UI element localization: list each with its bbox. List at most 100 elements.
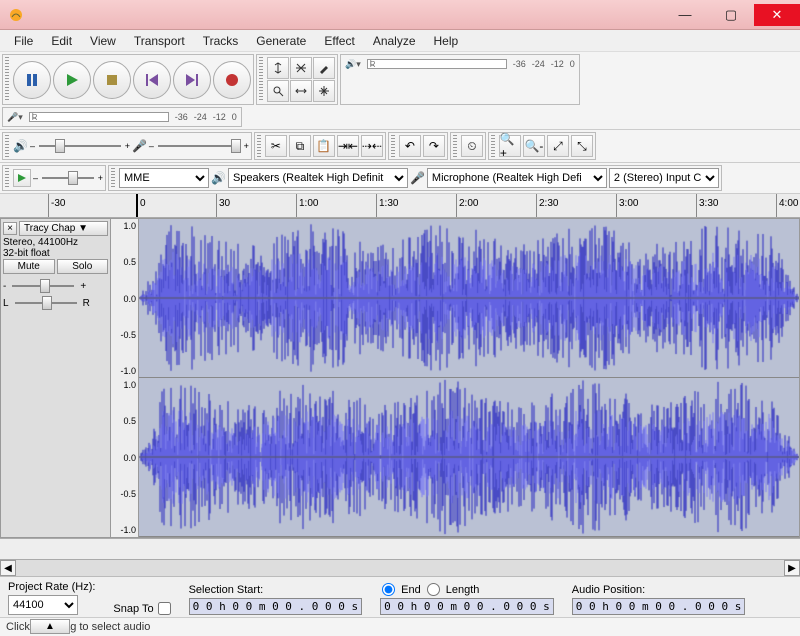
playback-meter[interactable]: LR: [367, 59, 507, 69]
audio-host-select[interactable]: MME: [119, 168, 209, 188]
playback-volume-slider[interactable]: –+: [30, 138, 130, 154]
vertical-scale: 1.0 0.5 0.0 -0.5 -1.0: [111, 378, 139, 537]
multi-tool[interactable]: [313, 80, 335, 102]
gain-min-label: -: [3, 281, 6, 292]
sync-toolbar: ⏲: [450, 132, 486, 160]
meter-tick: -12: [213, 112, 226, 122]
transcription-toolbar: –+: [2, 165, 106, 191]
timeshift-tool[interactable]: [290, 80, 312, 102]
close-button[interactable]: ✕: [754, 4, 800, 26]
audio-position-label: Audio Position:: [572, 584, 746, 596]
skip-end-button[interactable]: [173, 61, 211, 99]
snap-to-checkbox[interactable]: [158, 602, 171, 615]
status-bar: Click and drag to select audio: [0, 617, 800, 636]
menu-transport[interactable]: Transport: [126, 32, 193, 50]
track-gain-slider[interactable]: [8, 278, 78, 294]
stop-button[interactable]: [93, 61, 131, 99]
cut-button[interactable]: ✂: [265, 135, 287, 157]
track-collapse-button[interactable]: ▲: [30, 619, 70, 634]
pause-button[interactable]: [13, 61, 51, 99]
menu-help[interactable]: Help: [426, 32, 467, 50]
input-channels-select[interactable]: 2 (Stereo) Input C: [609, 168, 719, 188]
record-meter[interactable]: LR: [29, 112, 169, 122]
menu-tracks[interactable]: Tracks: [195, 32, 247, 50]
selection-length-radio[interactable]: [427, 583, 440, 596]
track-menu-button[interactable]: Tracy Chap ▼: [19, 221, 108, 236]
menu-view[interactable]: View: [82, 32, 124, 50]
record-button[interactable]: [213, 61, 251, 99]
menu-effect[interactable]: Effect: [316, 32, 362, 50]
meter-tick: 0: [570, 59, 575, 69]
timeline-tick: 4:00: [776, 194, 798, 217]
menu-generate[interactable]: Generate: [248, 32, 314, 50]
zoom-tool[interactable]: [267, 80, 289, 102]
selection-tool[interactable]: [267, 57, 289, 79]
fit-project-button[interactable]: ⤡: [571, 135, 593, 157]
skip-start-button[interactable]: [133, 61, 171, 99]
project-rate-select[interactable]: 44100: [8, 595, 78, 615]
track-bitdepth: 32-bit float: [3, 248, 108, 259]
envelope-tool[interactable]: [290, 57, 312, 79]
trim-button[interactable]: ⇥⇤: [337, 135, 359, 157]
audio-position-field[interactable]: 0 0 h 0 0 m 0 0 . 0 0 0 s: [572, 598, 746, 615]
maximize-button[interactable]: ▢: [708, 4, 754, 26]
menu-analyze[interactable]: Analyze: [365, 32, 424, 50]
meter-tick: -36: [175, 112, 188, 122]
scroll-right-button[interactable]: ▶: [784, 560, 800, 576]
zoom-out-button[interactable]: 🔍-: [523, 135, 545, 157]
waveform-channel-right[interactable]: [139, 378, 799, 537]
playback-speed-slider[interactable]: –+: [33, 170, 103, 186]
timeline-tick: 3:30: [696, 194, 718, 217]
play-at-speed-button[interactable]: [13, 169, 31, 187]
speaker-icon: 🔊▾: [345, 59, 361, 70]
meter-tick: -24: [194, 112, 207, 122]
solo-button[interactable]: Solo: [57, 259, 109, 274]
horizontal-scrollbar[interactable]: ◀ ▶: [0, 560, 800, 576]
timeline-ruler[interactable]: -30 0 30 1:00 1:30 2:00 2:30 3:00 3:30 4…: [0, 194, 800, 218]
selection-start-field[interactable]: 0 0 h 0 0 m 0 0 . 0 0 0 s: [189, 598, 363, 615]
copy-button[interactable]: ⧉: [289, 135, 311, 157]
play-button[interactable]: [53, 61, 91, 99]
record-volume-slider[interactable]: –+: [149, 138, 249, 154]
toolbar-row-2: 🔊 –+ 🎤 –+ ✂ ⧉ 📋 ⇥⇤ ⇢⇠ ↶ ↷ ⏲ 🔍+ 🔍- ⤢ ⤡: [0, 130, 800, 163]
menu-edit[interactable]: Edit: [43, 32, 80, 50]
tools-toolbar: [256, 54, 338, 105]
playback-meter-toolbar: 🔊▾LR -36-24-120: [340, 54, 580, 105]
undo-toolbar: ↶ ↷: [388, 132, 448, 160]
menu-file[interactable]: File: [6, 32, 41, 50]
toolbar-row-3: –+ MME 🔊 Speakers (Realtek High Definit …: [0, 163, 800, 194]
output-device-select[interactable]: Speakers (Realtek High Definit: [228, 168, 408, 188]
meter-tick: -12: [551, 59, 564, 69]
silence-button[interactable]: ⇢⇠: [361, 135, 383, 157]
sync-lock-button[interactable]: ⏲: [461, 135, 483, 157]
scroll-left-button[interactable]: ◀: [0, 560, 16, 576]
fit-selection-button[interactable]: ⤢: [547, 135, 569, 157]
selection-end-radio[interactable]: [382, 583, 395, 596]
draw-tool[interactable]: [313, 57, 335, 79]
mic-icon: 🎤: [410, 171, 425, 185]
snap-to-label: Snap To: [113, 603, 153, 615]
speaker-icon: 🔊: [13, 139, 28, 153]
redo-button[interactable]: ↷: [423, 135, 445, 157]
tracks-area: × Tracy Chap ▼ Stereo, 44100Hz 32-bit fl…: [0, 218, 800, 538]
track-pan-slider[interactable]: [11, 295, 81, 311]
gain-max-label: +: [80, 281, 86, 292]
paste-button[interactable]: 📋: [313, 135, 335, 157]
pan-right-label: R: [83, 298, 90, 309]
selection-end-field[interactable]: 0 0 h 0 0 m 0 0 . 0 0 0 s: [380, 598, 554, 615]
undo-button[interactable]: ↶: [399, 135, 421, 157]
mute-button[interactable]: Mute: [3, 259, 55, 274]
input-device-select[interactable]: Microphone (Realtek High Defi: [427, 168, 607, 188]
track-close-button[interactable]: ×: [3, 222, 17, 235]
waveform-channel-left[interactable]: [139, 219, 799, 378]
length-label: Length: [446, 584, 480, 596]
zoom-in-button[interactable]: 🔍+: [499, 135, 521, 157]
pan-left-label: L: [3, 298, 9, 309]
device-toolbar: MME 🔊 Speakers (Realtek High Definit 🎤 M…: [108, 165, 722, 191]
track-format: Stereo, 44100Hz: [3, 237, 108, 248]
minimize-button[interactable]: —: [662, 4, 708, 26]
app-icon: [8, 7, 24, 23]
track-control-panel: × Tracy Chap ▼ Stereo, 44100Hz 32-bit fl…: [1, 219, 111, 537]
timeline-tick: 1:30: [376, 194, 398, 217]
timeline-tick: 2:30: [536, 194, 558, 217]
